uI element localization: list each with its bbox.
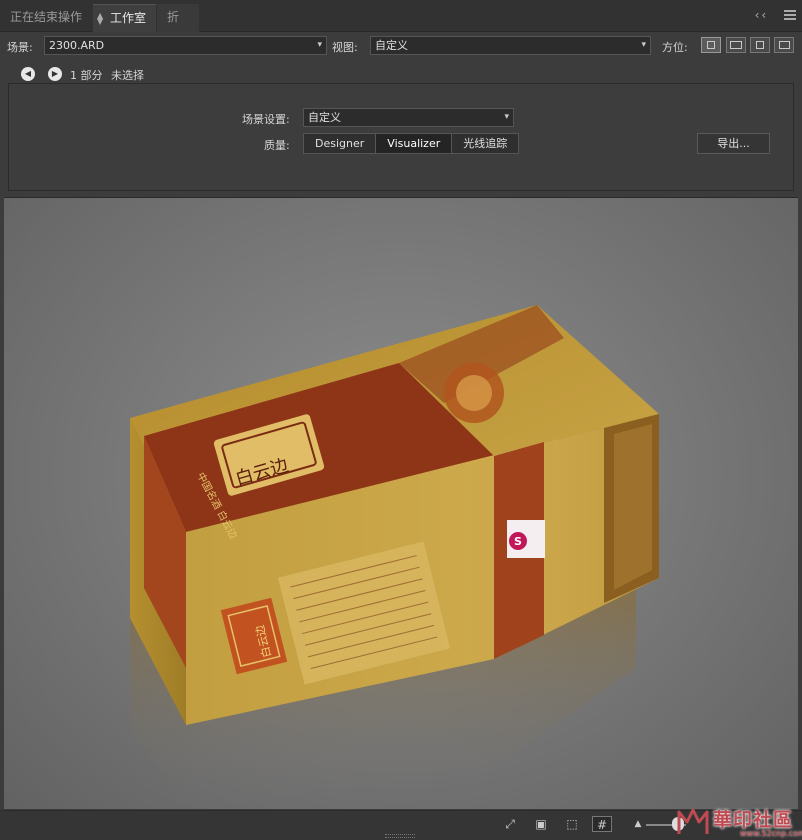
quality-label: 质量:: [264, 139, 290, 152]
quality-toggle: Designer Visualizer 光线追踪: [303, 133, 520, 154]
orientation-label: 方位:: [662, 41, 688, 54]
export-button[interactable]: 导出...: [697, 133, 770, 154]
scene-settings-select[interactable]: 自定义 ▾: [303, 108, 514, 127]
tab-studio[interactable]: ▲ ▼ 工作室: [93, 4, 156, 32]
tab-current-operation[interactable]: 正在结束操作: [0, 4, 92, 32]
watermark-logo-icon: [677, 808, 709, 834]
panel-tabbar: 正在结束操作 ▲▼ 工作室 折叠 ‹‹: [0, 0, 802, 50]
view-select[interactable]: 自定义 ▾: [370, 36, 651, 55]
s-badge-letter: S: [514, 535, 522, 548]
scene-settings-value: 自定义: [308, 111, 341, 124]
scene-select[interactable]: 2300.ARD ▾: [44, 36, 327, 55]
scene-label: 场景:: [7, 41, 33, 54]
tab-reorder-icon: ▲ ▼: [97, 10, 104, 26]
watermark-text: 華印社區: [713, 809, 794, 831]
quality-designer-button[interactable]: Designer: [304, 134, 377, 153]
quality-visualizer-button[interactable]: Visualizer: [376, 134, 453, 153]
next-part-icon[interactable]: ▶: [48, 67, 62, 81]
chevron-down-icon: ▾: [641, 40, 646, 50]
orientation-front-button[interactable]: [701, 37, 721, 53]
orientation-side-button[interactable]: [726, 37, 746, 53]
zoom-out-icon[interactable]: ▲: [628, 816, 648, 832]
rendered-box-model: S 白云边 白云边 中国名酒 白云边: [130, 305, 659, 809]
render-mode-icon[interactable]: ▣: [531, 816, 551, 832]
scene-settings-label: 场景设置:: [242, 113, 290, 126]
view-select-value: 自定义: [375, 39, 408, 52]
quality-raytrace-button[interactable]: 光线追踪: [452, 134, 519, 153]
watermark-url: www.52cnp.com: [740, 829, 802, 838]
previous-part-icon[interactable]: ◀: [21, 67, 35, 81]
parts-count: 1 部分: [70, 69, 103, 82]
scene-view-row: 场景: 2300.ARD ▾ 视图: 自定义 ▾ 方位:: [0, 34, 802, 58]
box-view-icon[interactable]: ⬚: [562, 816, 582, 832]
menu-icon[interactable]: [784, 10, 796, 20]
fit-view-icon[interactable]: ⤢: [500, 816, 520, 832]
resize-grip[interactable]: [385, 834, 415, 838]
chevron-down-icon: ▾: [317, 40, 322, 50]
tab-collapse[interactable]: 折叠: [157, 4, 199, 50]
orientation-top-button[interactable]: [750, 37, 770, 53]
scene-select-value: 2300.ARD: [49, 39, 105, 52]
orientation-iso-button[interactable]: [774, 37, 794, 53]
selection-status: 未选择: [111, 69, 144, 82]
grid-toggle-icon[interactable]: #: [592, 816, 612, 832]
3d-viewport[interactable]: S 白云边 白云边 中国名酒 白云边: [4, 197, 798, 809]
view-label: 视图:: [332, 41, 358, 54]
collapse-panel-icon[interactable]: ‹‹: [755, 8, 769, 22]
chevron-down-icon: ▾: [504, 112, 509, 122]
tab-studio-label: 工作室: [110, 11, 147, 25]
